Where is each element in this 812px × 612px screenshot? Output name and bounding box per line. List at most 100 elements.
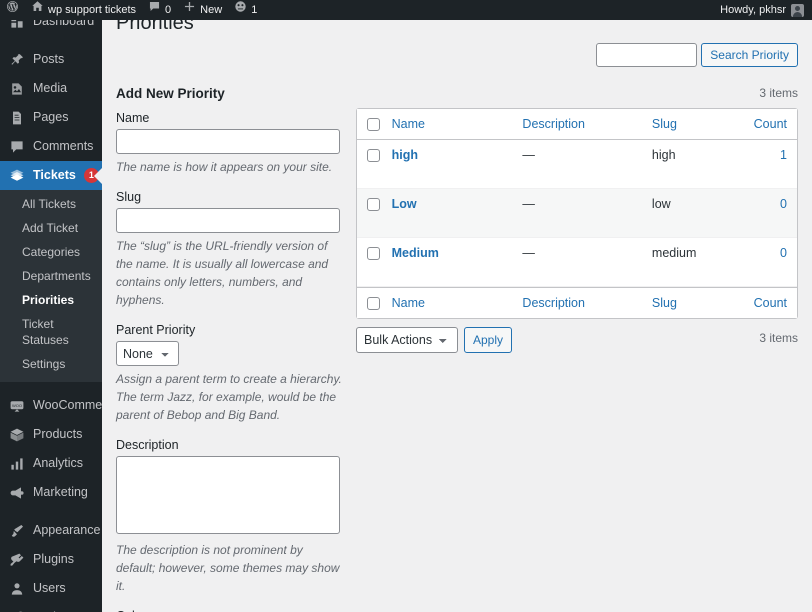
sidebar-item-plugins[interactable]: Plugins xyxy=(0,545,102,574)
column-header-description[interactable]: Description xyxy=(512,109,642,140)
bulk-actions-select[interactable]: Bulk Actions xyxy=(356,327,458,353)
content-area: Priorities Search Priority Add New Prior… xyxy=(102,20,812,612)
sidebar-item-media[interactable]: Media xyxy=(0,74,102,103)
page-title: Priorities xyxy=(116,20,194,34)
row-count-link[interactable]: 0 xyxy=(780,197,787,211)
submenu-item-all-tickets[interactable]: All Tickets xyxy=(0,192,102,216)
table-header-row: Name Description Slug Count xyxy=(357,109,797,140)
pin-icon xyxy=(9,52,25,68)
submenu-item-departments[interactable]: Departments xyxy=(0,264,102,288)
sidebar-item-tickets[interactable]: Tickets 1 xyxy=(0,161,102,190)
admin-bar: wp support tickets 0 New 1 Howdy, pkhsr xyxy=(0,0,812,20)
row-checkbox[interactable] xyxy=(367,198,380,211)
menu-separator-2 xyxy=(0,382,102,391)
sidebar-label-pages: Pages xyxy=(33,110,69,125)
slug-input[interactable] xyxy=(116,208,340,233)
site-name-label: wp support tickets xyxy=(48,4,137,16)
row-slug-cell: medium xyxy=(641,238,744,287)
woocommerce-icon: WOO xyxy=(9,398,25,414)
column-footer-count[interactable]: Count xyxy=(743,287,797,318)
sidebar-item-woocommerce[interactable]: WOO WooCommerce xyxy=(0,391,102,420)
site-name-menu[interactable]: wp support tickets xyxy=(25,0,142,20)
row-slug-cell: low xyxy=(641,189,744,238)
description-description: The description is not prominent by defa… xyxy=(116,543,340,593)
name-input[interactable] xyxy=(116,129,340,154)
sidebar-label-tickets: Tickets xyxy=(33,168,76,183)
comments-count: 0 xyxy=(165,4,172,16)
my-account-menu[interactable]: Howdy, pkhsr xyxy=(720,0,812,20)
column-header-name[interactable]: Name xyxy=(381,109,513,140)
row-checkbox-cell xyxy=(357,189,382,238)
select-all-checkbox-top[interactable] xyxy=(367,118,380,131)
comments-menu[interactable]: 0 xyxy=(142,0,177,20)
wp-body: Priorities Search Priority Add New Prior… xyxy=(102,20,812,612)
wpforms-menu[interactable]: 1 xyxy=(228,0,263,20)
row-name-cell: high xyxy=(381,140,513,189)
table-footer-row: Name Description Slug Count xyxy=(357,287,797,318)
sidebar-item-marketing[interactable]: Marketing xyxy=(0,478,102,507)
label-name: Name xyxy=(116,111,150,125)
sidebar-item-posts[interactable]: Posts xyxy=(0,45,102,74)
submenu-item-priorities[interactable]: Priorities xyxy=(0,288,102,312)
row-title-link[interactable]: Low xyxy=(392,197,417,211)
add-new-priority-form: Add New Priority Name The name is how it… xyxy=(116,86,356,612)
table-row: Low — low 0 xyxy=(357,189,797,238)
row-title-link[interactable]: Medium xyxy=(392,246,439,260)
search-priority-button[interactable]: Search Priority xyxy=(701,43,798,67)
sidebar-item-tools[interactable]: Tools xyxy=(0,603,102,612)
column-footer-description[interactable]: Description xyxy=(512,287,642,318)
column-header-slug[interactable]: Slug xyxy=(641,109,744,140)
column-footer-name[interactable]: Name xyxy=(381,287,513,318)
row-name-cell: Medium xyxy=(381,238,513,287)
new-content-menu[interactable]: New xyxy=(177,0,228,20)
submenu-item-settings[interactable]: Settings xyxy=(0,352,102,376)
parent-priority-select[interactable]: None xyxy=(116,341,179,366)
table-foot: Name Description Slug Count xyxy=(357,287,797,318)
row-slug-cell: high xyxy=(641,140,744,189)
wp-logo-menu[interactable] xyxy=(0,0,25,20)
sidebar-item-dashboard[interactable]: Dashboard xyxy=(0,20,102,36)
megaphone-icon xyxy=(9,485,25,501)
sidebar-label-users: Users xyxy=(33,581,66,596)
sidebar-item-comments[interactable]: Comments xyxy=(0,132,102,161)
row-count-cell: 1 xyxy=(743,140,797,189)
plug-icon xyxy=(9,552,25,568)
menu-separator-3 xyxy=(0,507,102,516)
add-term-form-column: Add New Priority Name The name is how it… xyxy=(116,86,356,612)
media-icon xyxy=(9,81,25,97)
row-count-link[interactable]: 1 xyxy=(780,148,787,162)
parent-description: Assign a parent term to create a hierarc… xyxy=(116,372,342,422)
submenu-item-add-ticket[interactable]: Add Ticket xyxy=(0,216,102,240)
row-description-cell: — xyxy=(512,140,642,189)
tickets-icon xyxy=(9,168,25,184)
tickets-submenu: All Tickets Add Ticket Categories Depart… xyxy=(0,190,102,382)
submenu-item-ticket-statuses[interactable]: Ticket Statuses xyxy=(0,312,102,352)
priorities-table: Name Description Slug Count high — high … xyxy=(356,108,798,319)
field-description: Description The description is not promi… xyxy=(116,438,344,595)
row-count-cell: 0 xyxy=(743,238,797,287)
wpforms-icon xyxy=(234,0,247,20)
sidebar-item-appearance[interactable]: Appearance xyxy=(0,516,102,545)
sidebar-label-media: Media xyxy=(33,81,68,96)
sidebar-label-plugins: Plugins xyxy=(33,552,74,567)
sidebar-label-products: Products xyxy=(33,427,83,442)
search-input[interactable] xyxy=(596,43,698,67)
submenu-item-categories[interactable]: Categories xyxy=(0,240,102,264)
apply-button[interactable]: Apply xyxy=(464,327,513,353)
row-checkbox[interactable] xyxy=(367,247,380,260)
column-header-count[interactable]: Count xyxy=(743,109,797,140)
sidebar-label-posts: Posts xyxy=(33,52,65,67)
row-title-link[interactable]: high xyxy=(392,148,418,162)
column-footer-slug[interactable]: Slug xyxy=(641,287,744,318)
description-textarea[interactable] xyxy=(116,456,340,534)
sidebar-label-woocommerce: WooCommerce xyxy=(33,398,102,413)
sidebar-item-pages[interactable]: Pages xyxy=(0,103,102,132)
sidebar-item-analytics[interactable]: Analytics xyxy=(0,449,102,478)
sidebar-item-users[interactable]: Users xyxy=(0,574,102,603)
field-parent-priority: Parent Priority None Assign a parent ter… xyxy=(116,323,344,424)
row-checkbox[interactable] xyxy=(367,149,380,162)
row-count-link[interactable]: 0 xyxy=(780,246,787,260)
select-all-checkbox-bottom[interactable] xyxy=(367,297,380,310)
sidebar-item-products[interactable]: Products xyxy=(0,420,102,449)
search-box: Search Priority xyxy=(596,43,798,67)
